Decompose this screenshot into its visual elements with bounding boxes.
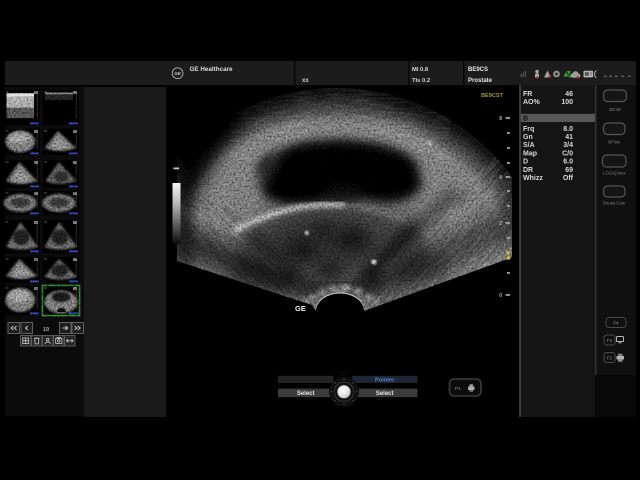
svg-text:6.0: 6.0 bbox=[563, 159, 573, 166]
svg-text:Prostate: Prostate bbox=[468, 78, 493, 84]
svg-text:P1: P1 bbox=[455, 386, 461, 391]
svg-text:GE: GE bbox=[295, 304, 306, 313]
svg-text:DR: DR bbox=[523, 167, 533, 174]
svg-text:8.0: 8.0 bbox=[563, 126, 573, 133]
svg-text:Whizz: Whizz bbox=[523, 175, 543, 182]
svg-text:2: 2 bbox=[499, 221, 502, 227]
svg-text:0: 0 bbox=[499, 293, 502, 299]
svg-text:BE9CST: BE9CST bbox=[481, 93, 504, 99]
svg-text:D: D bbox=[523, 159, 528, 166]
svg-text:GE Healthcare: GE Healthcare bbox=[190, 66, 234, 73]
svg-text:C/0: C/0 bbox=[562, 150, 573, 157]
svg-text:B: B bbox=[523, 116, 528, 123]
svg-text:Select: Select bbox=[376, 391, 394, 397]
svg-text:100: 100 bbox=[561, 99, 573, 106]
svg-text:AO%: AO% bbox=[523, 99, 541, 106]
svg-text:MI 0.8: MI 0.8 bbox=[412, 67, 429, 73]
svg-text:Gn: Gn bbox=[523, 134, 533, 141]
svg-text:46: 46 bbox=[565, 91, 573, 98]
svg-text:BFlow: BFlow bbox=[608, 140, 621, 145]
svg-text:TIs 0.2: TIs 0.2 bbox=[412, 78, 430, 84]
svg-text:69: 69 bbox=[565, 167, 573, 174]
svg-text:F3: F3 bbox=[607, 338, 613, 343]
svg-text:LOGIQView: LOGIQView bbox=[603, 171, 626, 176]
svg-text:8: 8 bbox=[499, 116, 502, 122]
svg-text:4: 4 bbox=[499, 175, 502, 181]
svg-text:2D/4D: 2D/4D bbox=[609, 107, 621, 112]
svg-text:xx: xx bbox=[302, 78, 309, 84]
svg-text:41: 41 bbox=[565, 134, 573, 141]
svg-text:3/4: 3/4 bbox=[563, 142, 573, 149]
svg-text:19: 19 bbox=[43, 327, 49, 333]
svg-text:BE9CS: BE9CS bbox=[468, 67, 488, 73]
svg-text:S/A: S/A bbox=[523, 142, 535, 149]
svg-text:F2: F2 bbox=[607, 356, 613, 361]
svg-text:Map: Map bbox=[523, 150, 537, 157]
svg-text:Off: Off bbox=[563, 175, 574, 182]
svg-text:Select: Select bbox=[297, 391, 315, 397]
svg-text:Pointer: Pointer bbox=[375, 378, 395, 384]
svg-text:FR: FR bbox=[523, 91, 532, 98]
svg-text:Breast Care: Breast Care bbox=[603, 201, 626, 206]
svg-text:F4: F4 bbox=[614, 321, 620, 326]
svg-text:Frq: Frq bbox=[523, 126, 534, 133]
svg-text:GE: GE bbox=[174, 71, 182, 76]
